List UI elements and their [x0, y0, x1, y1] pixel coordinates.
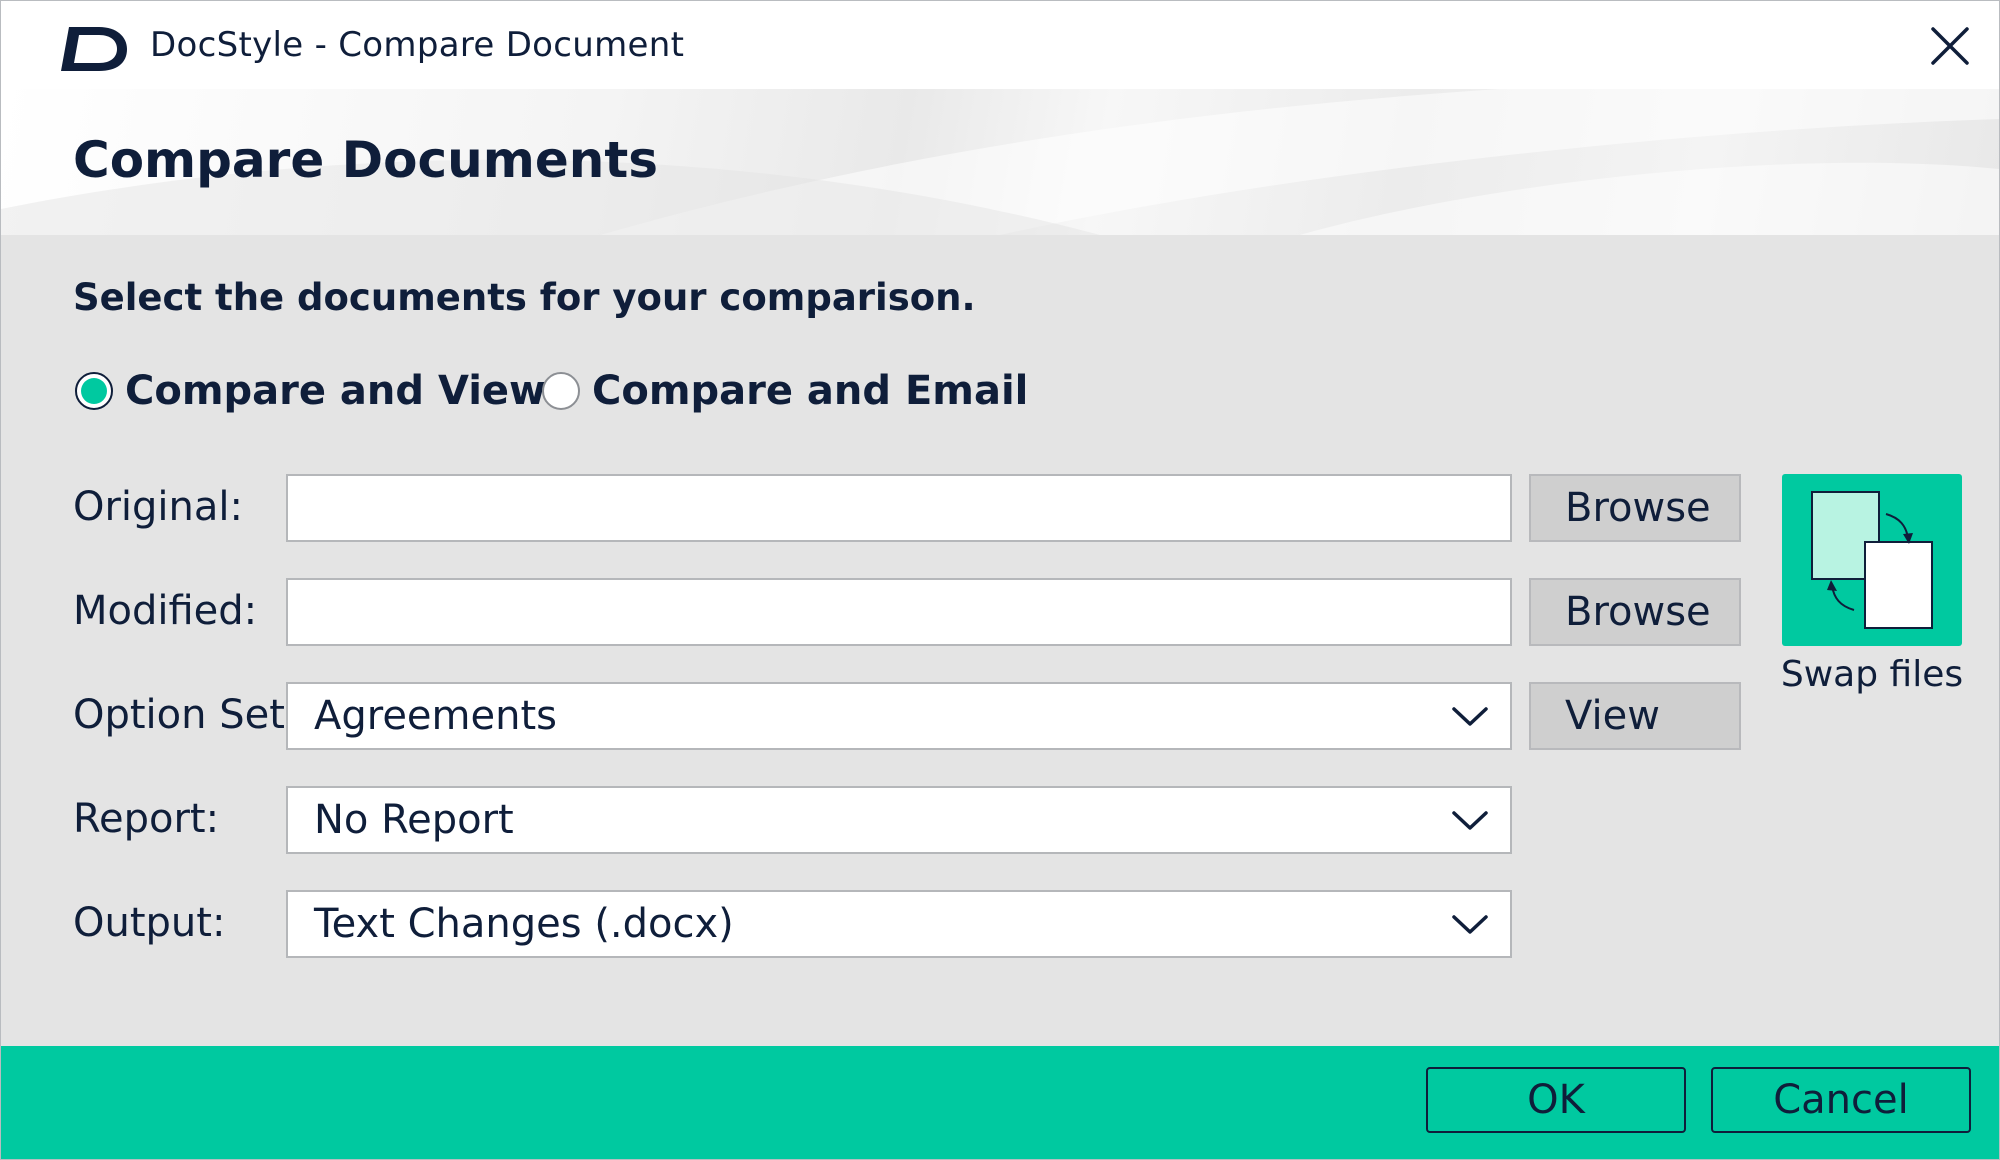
original-label: Original:	[73, 484, 243, 530]
radio-selected-indicator[interactable]	[75, 372, 113, 410]
view-option-set-button[interactable]: View	[1529, 682, 1741, 750]
dialog-footer: OK Cancel	[1, 1046, 1999, 1159]
title-bar: DocStyle - Compare Document	[1, 1, 1999, 89]
ok-button[interactable]: OK	[1426, 1067, 1686, 1133]
radio-compare-and-view[interactable]: Compare and View	[75, 365, 546, 417]
chevron-down-icon[interactable]	[1450, 702, 1490, 730]
browse-modified-button[interactable]: Browse	[1529, 578, 1741, 646]
output-value: Text Changes (.docx)	[314, 901, 734, 947]
report-value: No Report	[314, 797, 514, 843]
original-file-input[interactable]	[286, 474, 1512, 542]
chevron-down-icon[interactable]	[1450, 910, 1490, 938]
swap-files-button[interactable]	[1782, 474, 1962, 646]
radio-compare-and-email[interactable]: Compare and Email	[542, 365, 1028, 417]
close-icon[interactable]	[1927, 23, 1973, 69]
browse-original-button[interactable]: Browse	[1529, 474, 1741, 542]
output-label: Output:	[73, 900, 226, 946]
chevron-down-icon[interactable]	[1450, 806, 1490, 834]
instruction-text: Select the documents for your comparison…	[73, 276, 976, 319]
compare-dialog: DocStyle - Compare Document Compare Docu…	[0, 0, 2000, 1160]
swap-files-label: Swap files	[1780, 654, 1964, 695]
window-title: DocStyle - Compare Document	[150, 25, 685, 65]
page-title: Compare Documents	[73, 131, 659, 189]
docstyle-logo-icon	[61, 27, 127, 71]
option-set-select[interactable]: Agreements	[286, 682, 1512, 750]
swap-files-icon	[1811, 491, 1933, 629]
radio-label: Compare and View	[125, 368, 546, 414]
modified-file-input[interactable]	[286, 578, 1512, 646]
radio-unselected-indicator[interactable]	[542, 372, 580, 410]
output-select[interactable]: Text Changes (.docx)	[286, 890, 1512, 958]
header-banner: Compare Documents	[1, 89, 1999, 235]
radio-label: Compare and Email	[592, 368, 1029, 414]
option-set-value: Agreements	[314, 693, 557, 739]
modified-label: Modified:	[73, 588, 258, 634]
option-set-label: Option Set	[73, 692, 285, 738]
report-label: Report:	[73, 796, 220, 842]
cancel-button[interactable]: Cancel	[1711, 1067, 1971, 1133]
report-select[interactable]: No Report	[286, 786, 1512, 854]
